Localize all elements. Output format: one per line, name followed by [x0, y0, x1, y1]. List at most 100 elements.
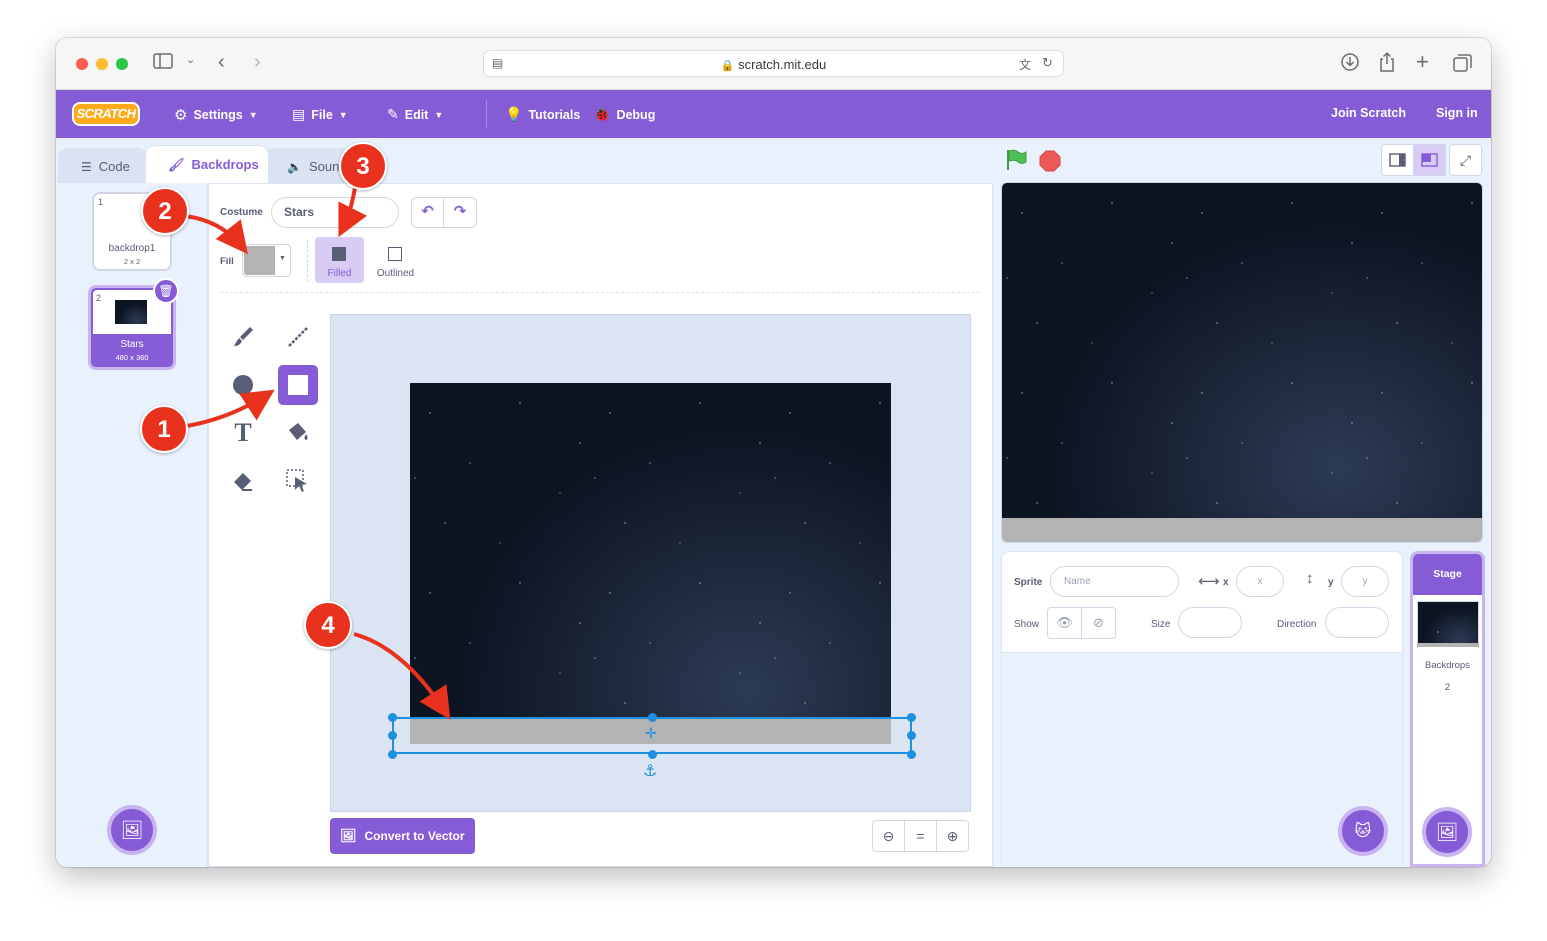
back-icon[interactable]: ‹	[218, 51, 225, 74]
fill-tool[interactable]	[278, 413, 318, 453]
redo-button[interactable]: ↷	[444, 197, 477, 228]
choose-backdrop-button[interactable]: 🖼	[107, 805, 157, 855]
edit-menu[interactable]: ✎ Edit ▼	[387, 106, 443, 123]
brush-tool[interactable]	[223, 317, 263, 357]
code-icon: ☰	[81, 159, 92, 174]
sign-in-link[interactable]: Sign in	[1436, 106, 1478, 120]
zoom-out-button[interactable]: ⊖	[872, 820, 905, 852]
selection-handle-se[interactable]	[907, 750, 916, 759]
stars-backdrop-image	[410, 383, 891, 744]
green-flag-button[interactable]	[1004, 148, 1028, 177]
green-flag-icon	[1007, 149, 1027, 170]
new-tab-icon[interactable]: +	[1416, 49, 1429, 75]
direction-input[interactable]	[1325, 607, 1389, 638]
tab-backdrops[interactable]: 🖌 Backdrops	[145, 145, 269, 183]
minimize-window-button[interactable]	[96, 58, 108, 70]
zoom-window-button[interactable]	[116, 58, 128, 70]
forward-icon[interactable]: ›	[254, 51, 261, 74]
move-crosshair-icon[interactable]: ✛	[645, 725, 657, 742]
line-tool[interactable]	[278, 317, 318, 357]
rectangle-tool[interactable]	[278, 365, 318, 405]
toolbar-divider	[307, 240, 308, 282]
backdrops-count: 2	[1444, 682, 1451, 693]
convert-to-vector-label: Convert to Vector	[364, 829, 465, 843]
select-tool[interactable]	[278, 461, 318, 501]
show-visible-button[interactable]: 👁	[1047, 607, 1082, 639]
selection-handle-s[interactable]	[648, 750, 657, 759]
address-bar[interactable]: ▤ 🔒 scratch.mit.edu 文 ↻	[483, 50, 1064, 77]
show-hidden-button[interactable]: ⊘	[1081, 607, 1116, 639]
tab-code[interactable]: ☰ Code	[58, 148, 148, 184]
brush-icon: 🖌	[168, 156, 185, 172]
stars-thumbnail-image	[115, 300, 147, 324]
convert-to-vector-button[interactable]: 🖼 Convert to Vector	[330, 818, 475, 854]
eraser-tool[interactable]	[223, 461, 263, 501]
fullscreen-icon: ⤢	[1459, 152, 1472, 168]
settings-menu[interactable]: ⚙ Settings ▼	[174, 106, 258, 124]
text-tool[interactable]: T	[223, 413, 263, 453]
backdrops-label: Backdrops	[1425, 660, 1470, 671]
show-label: Show	[1014, 619, 1040, 630]
undo-button[interactable]: ↶	[411, 197, 444, 228]
scratch-logo[interactable]: SCRATCH	[72, 102, 140, 126]
text-icon: T	[234, 418, 252, 447]
browser-window: ⌄ ‹ › ▤ 🔒 scratch.mit.edu 文 ↻ + SCRATCH …	[56, 38, 1491, 867]
filled-square-icon	[332, 247, 346, 261]
direction-label: Direction	[1277, 619, 1317, 630]
circle-tool[interactable]	[223, 365, 263, 405]
chevron-down-icon[interactable]: ⌄	[186, 53, 195, 66]
choose-stage-backdrop-button[interactable]: 🖼	[1422, 807, 1472, 857]
stage[interactable]	[1001, 182, 1483, 543]
stop-button[interactable]	[1039, 150, 1061, 177]
costume-label: Costume	[220, 207, 263, 218]
filled-label: Filled	[327, 268, 352, 279]
selection-handle-w[interactable]	[388, 731, 397, 740]
outlined-mode-button[interactable]: Outlined	[371, 237, 420, 283]
rotate-handle-icon[interactable]: ⚓	[643, 761, 657, 781]
small-stage-button[interactable]	[1381, 144, 1414, 176]
fullscreen-button[interactable]: ⤢	[1449, 144, 1482, 176]
fill-color-picker[interactable]: ▼	[242, 244, 291, 277]
share-icon[interactable]	[1378, 51, 1396, 78]
zoom-reset-button[interactable]: =	[904, 820, 937, 852]
sidebar-icon[interactable]	[153, 53, 173, 74]
backdrop-size: 2 x 2	[123, 257, 141, 266]
redo-icon: ↷	[453, 203, 467, 220]
large-stage-icon	[1421, 153, 1438, 167]
delete-backdrop-button[interactable]: 🗑	[153, 278, 179, 304]
choose-sprite-button[interactable]: 🐱	[1338, 806, 1388, 856]
reload-icon[interactable]: ↻	[1042, 55, 1053, 71]
close-window-button[interactable]	[76, 58, 88, 70]
select-cursor-icon	[286, 469, 307, 492]
gear-icon: ⚙	[174, 107, 188, 124]
image-add-icon: 🖼	[1435, 821, 1459, 842]
scratch-menu-bar: SCRATCH ⚙ Settings ▼ ▤ File ▼ ✎ Edit ▼ 💡…	[56, 90, 1491, 138]
selection-handle-e[interactable]	[907, 731, 916, 740]
filled-mode-button[interactable]: Filled	[315, 237, 364, 283]
selection-handle-nw[interactable]	[388, 713, 397, 722]
x-position-input[interactable]: x	[1236, 566, 1284, 597]
join-scratch-link[interactable]: Join Scratch	[1331, 106, 1406, 120]
size-input[interactable]	[1178, 607, 1242, 638]
zoom-in-button[interactable]: ⊕	[936, 820, 969, 852]
y-position-input[interactable]: y	[1341, 566, 1389, 597]
costume-name-input[interactable]: Stars	[271, 197, 399, 228]
backdrop-size: 480 x 360	[115, 353, 149, 362]
download-icon[interactable]	[1340, 52, 1360, 77]
selection-handle-ne[interactable]	[907, 713, 916, 722]
large-stage-button[interactable]	[1413, 144, 1446, 176]
tutorials-button[interactable]: 💡 Tutorials	[505, 106, 580, 123]
debug-button[interactable]: 🐞 Debug	[593, 106, 655, 123]
caret-down-icon: ▼	[338, 109, 348, 120]
annotation-marker-3: 3	[339, 142, 387, 190]
selection-handle-sw[interactable]	[388, 750, 397, 759]
outlined-label: Outlined	[376, 268, 415, 279]
selection-handle-n[interactable]	[648, 713, 657, 722]
paint-canvas[interactable]: ✛ ⚓	[330, 314, 971, 812]
brush-icon	[234, 327, 253, 346]
caret-down-icon: ▼	[434, 109, 444, 120]
tab-overview-icon[interactable]	[1453, 53, 1473, 78]
sprite-name-input[interactable]: Name	[1050, 566, 1179, 597]
file-menu[interactable]: ▤ File ▼	[292, 106, 348, 123]
translate-icon[interactable]: 文	[1019, 56, 1031, 73]
